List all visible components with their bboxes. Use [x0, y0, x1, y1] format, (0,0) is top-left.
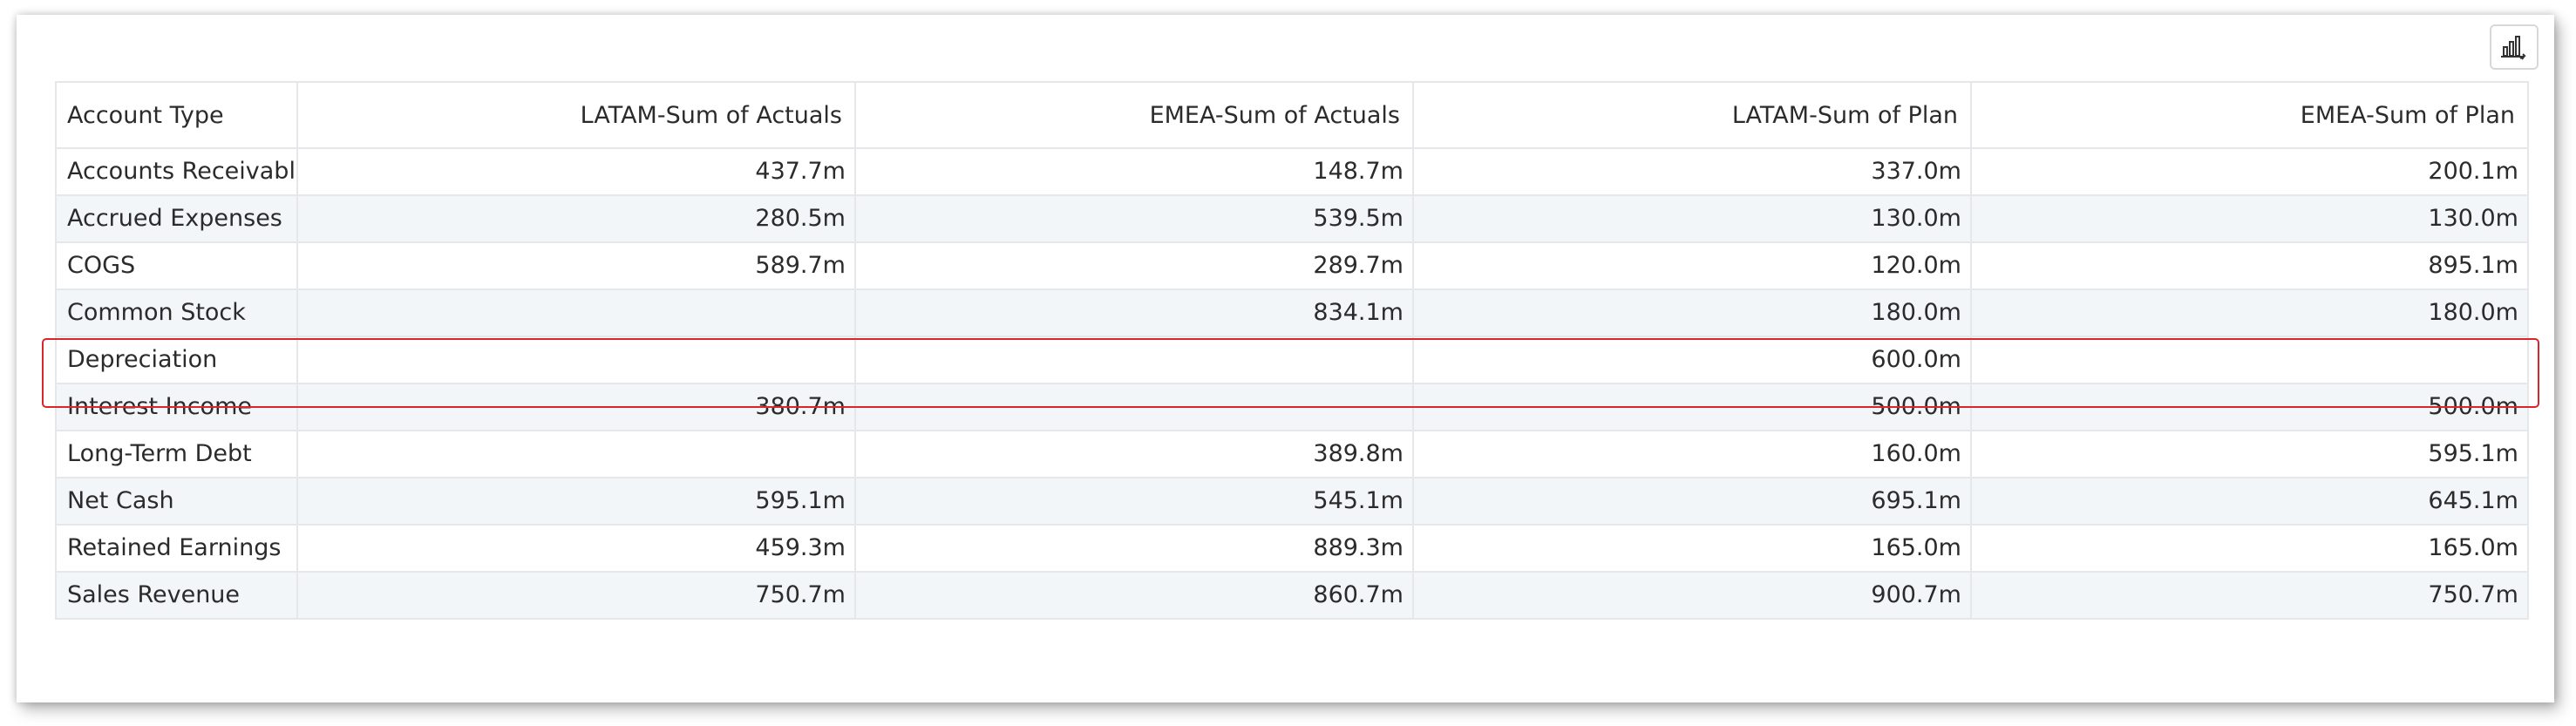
- column-header[interactable]: LATAM-Sum of Actuals: [296, 81, 856, 149]
- pivot-table: Account Type LATAM-Sum of Actuals EMEA-S…: [55, 81, 2529, 620]
- value-cell: 280.5m: [296, 194, 856, 243]
- table-row[interactable]: Net Cash 595.1m 545.1m 695.1m 645.1m: [55, 477, 2529, 526]
- bar-chart-icon: [2501, 36, 2526, 60]
- account-type-cell: Retained Earnings: [55, 524, 298, 573]
- value-cell: 180.0m: [1970, 288, 2529, 337]
- value-cell: 895.1m: [1970, 241, 2529, 290]
- value-cell: 860.7m: [854, 571, 1414, 620]
- value-cell: 148.7m: [854, 147, 1414, 196]
- value-cell: [854, 336, 1414, 384]
- table-row[interactable]: COGS 589.7m 289.7m 120.0m 895.1m: [55, 241, 2529, 290]
- value-cell: 389.8m: [854, 430, 1414, 478]
- value-cell: 539.5m: [854, 194, 1414, 243]
- table-row[interactable]: Long-Term Debt 389.8m 160.0m 595.1m: [55, 430, 2529, 478]
- account-type-cell: Accrued Expenses: [55, 194, 298, 243]
- value-cell: 120.0m: [1412, 241, 1972, 290]
- account-type-cell: Depreciation: [55, 336, 298, 384]
- value-cell: 750.7m: [296, 571, 856, 620]
- table-row-highlighted[interactable]: Depreciation 600.0m: [55, 336, 2529, 384]
- table-row[interactable]: Interest Income 380.7m 500.0m 500.0m: [55, 383, 2529, 431]
- value-cell: [296, 430, 856, 478]
- chart-view-button[interactable]: [2490, 24, 2539, 70]
- column-header[interactable]: EMEA-Sum of Plan: [1970, 81, 2529, 149]
- value-cell: [1970, 336, 2529, 384]
- value-cell: 337.0m: [1412, 147, 1972, 196]
- value-cell: 834.1m: [854, 288, 1414, 337]
- value-cell: 160.0m: [1412, 430, 1972, 478]
- account-type-cell: Common Stock: [55, 288, 298, 337]
- value-cell: 459.3m: [296, 524, 856, 573]
- table-row[interactable]: Accounts Receivable 437.7m 148.7m 337.0m…: [55, 147, 2529, 196]
- value-cell: 380.7m: [296, 383, 856, 431]
- value-cell: [296, 336, 856, 384]
- value-cell: 589.7m: [296, 241, 856, 290]
- value-cell: [854, 383, 1414, 431]
- account-type-cell: Net Cash: [55, 477, 298, 526]
- value-cell: 645.1m: [1970, 477, 2529, 526]
- value-cell: 165.0m: [1412, 524, 1972, 573]
- value-cell: 545.1m: [854, 477, 1414, 526]
- table-row[interactable]: Common Stock 834.1m 180.0m 180.0m: [55, 288, 2529, 337]
- column-header[interactable]: Account Type: [55, 81, 298, 149]
- table-row[interactable]: Retained Earnings 459.3m 889.3m 165.0m 1…: [55, 524, 2529, 573]
- table-row[interactable]: Sales Revenue 750.7m 860.7m 900.7m 750.7…: [55, 571, 2529, 620]
- account-type-cell: Interest Income: [55, 383, 298, 431]
- account-type-cell: Long-Term Debt: [55, 430, 298, 478]
- account-type-cell: Sales Revenue: [55, 571, 298, 620]
- value-cell: 900.7m: [1412, 571, 1972, 620]
- header-row: Account Type LATAM-Sum of Actuals EMEA-S…: [55, 81, 2529, 149]
- column-header[interactable]: EMEA-Sum of Actuals: [854, 81, 1414, 149]
- column-header[interactable]: LATAM-Sum of Plan: [1412, 81, 1972, 149]
- value-cell: [296, 288, 856, 337]
- account-type-cell: Accounts Receivable: [55, 147, 298, 196]
- value-cell: 200.1m: [1970, 147, 2529, 196]
- value-cell: 289.7m: [854, 241, 1414, 290]
- value-cell: 500.0m: [1970, 383, 2529, 431]
- value-cell: 500.0m: [1412, 383, 1972, 431]
- value-cell: 130.0m: [1412, 194, 1972, 243]
- account-type-cell: COGS: [55, 241, 298, 290]
- value-cell: 165.0m: [1970, 524, 2529, 573]
- value-cell: 595.1m: [296, 477, 856, 526]
- value-cell: 595.1m: [1970, 430, 2529, 478]
- value-cell: 695.1m: [1412, 477, 1972, 526]
- value-cell: 130.0m: [1970, 194, 2529, 243]
- value-cell: 180.0m: [1412, 288, 1972, 337]
- value-cell: 750.7m: [1970, 571, 2529, 620]
- value-cell: 889.3m: [854, 524, 1414, 573]
- value-cell: 600.0m: [1412, 336, 1972, 384]
- table-row[interactable]: Accrued Expenses 280.5m 539.5m 130.0m 13…: [55, 194, 2529, 243]
- value-cell: 437.7m: [296, 147, 856, 196]
